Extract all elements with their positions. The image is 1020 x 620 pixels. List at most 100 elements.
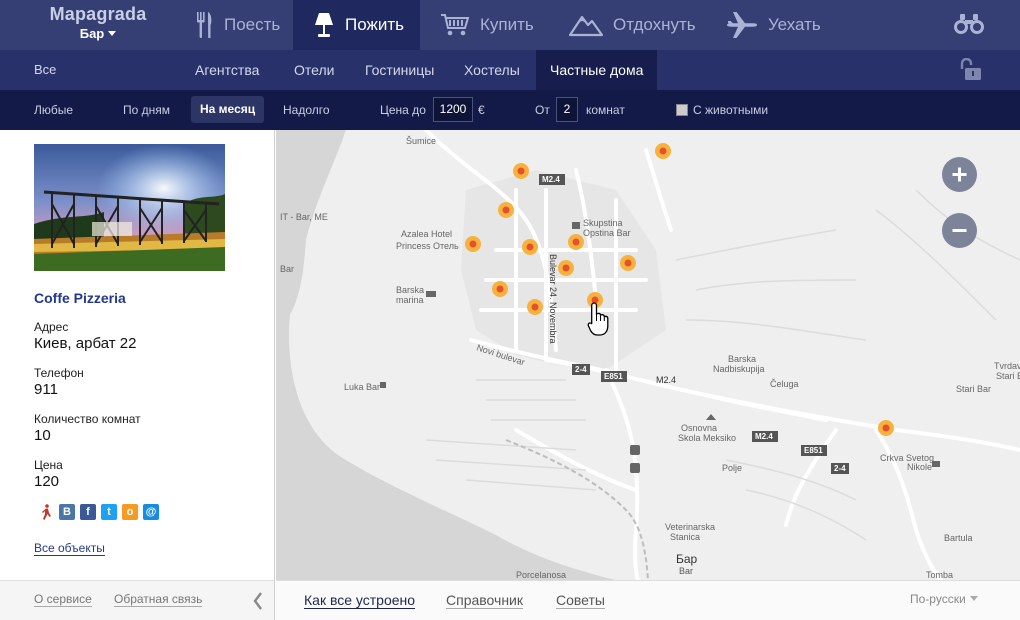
subnav-all[interactable]: Все (34, 50, 56, 90)
vk-icon[interactable]: B (59, 504, 75, 520)
phone-label: Телефон (34, 366, 84, 380)
zoom-in-button[interactable] (942, 157, 977, 192)
rooms-input[interactable]: 2 (556, 97, 578, 122)
brand[interactable]: Mapagrada Бар (0, 0, 196, 50)
map-label: Barska (728, 354, 756, 364)
place-photo (34, 144, 225, 271)
train-icon (630, 463, 640, 473)
map-label: Opstina Bar (583, 228, 631, 238)
map-label: Stari B (996, 371, 1020, 381)
road-label: M2.4 (542, 175, 560, 184)
map-label: Luka Bar (344, 382, 380, 392)
map-view[interactable]: M2.4 2-4 E851 M2.4 E851 2-4 Šumice IT - … (276, 130, 1020, 580)
caret-down-icon (969, 596, 978, 601)
nav-label: Пожить (345, 15, 404, 34)
marina-icon (426, 291, 436, 297)
price-label: Цена (34, 458, 63, 472)
subnav-private-houses[interactable]: Частные дома (536, 50, 658, 90)
map-marker[interactable] (513, 163, 529, 179)
minus-icon (952, 229, 967, 232)
nav-item-stay[interactable]: Пожить (293, 0, 420, 50)
pets-label[interactable]: С животными (693, 90, 768, 130)
pets-checkbox[interactable] (676, 104, 688, 116)
facebook-icon[interactable]: f (80, 504, 96, 520)
map-label: Veterinarska (665, 522, 715, 532)
all-objects-link[interactable]: Все объекты (34, 541, 105, 556)
map-marker[interactable] (465, 236, 481, 252)
twitter-icon[interactable]: t (101, 504, 117, 520)
subnav-agencies[interactable]: Агентства (195, 50, 259, 90)
port-icon (380, 382, 386, 388)
social-share-bar: B f t o @ (38, 504, 159, 520)
map-marker[interactable] (655, 143, 671, 159)
fork-knife-icon (196, 11, 214, 39)
filter-by-days[interactable]: По дням (123, 90, 170, 130)
price-input[interactable]: 1200 (433, 97, 473, 122)
binoculars-icon[interactable] (953, 13, 985, 40)
city-selector[interactable]: Бар (0, 26, 196, 41)
price-label: Цена до (380, 103, 426, 117)
map-city-label: Бар (676, 552, 698, 566)
tips-link[interactable]: Советы (556, 592, 605, 609)
map-marker[interactable] (878, 420, 894, 436)
map-label: M2.4 (656, 375, 676, 385)
subnav-guesthouses[interactable]: Гостиницы (365, 50, 434, 90)
street-label: Bulevar 24. Novembra (548, 254, 558, 344)
unlock-icon[interactable] (957, 57, 983, 87)
map-label: Nadbiskupija (713, 364, 765, 374)
reference-link[interactable]: Справочник (446, 592, 523, 609)
map-marker[interactable] (527, 299, 543, 315)
map-label: Barska (396, 285, 424, 295)
map-label: Stari Bar (956, 384, 991, 394)
church-icon (932, 461, 940, 467)
address-value: Киев, арбат 22 (34, 335, 137, 352)
road-label: M2.4 (755, 432, 773, 441)
map-city-label: Bar (679, 566, 693, 576)
collapse-panel-button[interactable] (252, 591, 264, 616)
nav-item-leave[interactable]: Уехать (726, 0, 826, 50)
nav-label: Поесть (224, 15, 281, 34)
filter-any[interactable]: Любые (34, 90, 73, 130)
map-label: Azalea Hotel (401, 229, 452, 239)
odnoklassniki-icon[interactable]: o (122, 504, 138, 520)
map-marker[interactable] (498, 202, 514, 218)
map-label: Osnovna (681, 423, 717, 433)
nav-item-relax[interactable]: Отдохнуть (569, 0, 709, 50)
caret-down-icon (108, 31, 117, 36)
filter-long-term[interactable]: Надолго (283, 90, 330, 130)
filter-monthly[interactable]: На месяц (191, 96, 265, 123)
map-marker[interactable] (620, 255, 636, 271)
subnav-hostels[interactable]: Хостелы (464, 50, 520, 90)
rooms-from-label: От (535, 103, 550, 117)
train-icon (630, 445, 640, 455)
map-marker[interactable] (558, 260, 574, 276)
currency-label: € (478, 103, 485, 117)
nav-item-eat[interactable]: Поесть (196, 0, 293, 50)
mail-icon[interactable]: @ (143, 504, 159, 520)
feedback-link[interactable]: Обратная связь (114, 592, 203, 607)
map-label: Skola Meksiko (678, 433, 736, 443)
shopping-cart-icon (440, 13, 470, 37)
place-title: Coffe Pizzeria (34, 290, 126, 306)
map-label: Šumice (406, 136, 436, 146)
about-link[interactable]: О сервисе (34, 592, 92, 607)
city-name: Бар (79, 26, 105, 41)
map-label: Polje (722, 463, 742, 473)
subnav-hotels[interactable]: Отели (294, 50, 334, 90)
map-label: Tomba (926, 570, 953, 580)
brand-name: Mapagrada (49, 4, 147, 24)
place-details-panel: Coffe Pizzeria Адрес Киев, арбат 22 Теле… (0, 130, 275, 580)
nav-item-buy[interactable]: Купить (440, 0, 550, 50)
airplane-icon (726, 11, 758, 39)
map-marker[interactable] (522, 239, 538, 255)
map-marker[interactable] (568, 234, 584, 250)
rooms-count-value: 10 (34, 427, 51, 444)
zoom-out-button[interactable] (942, 213, 977, 248)
language-selector[interactable]: По-русски (910, 592, 978, 606)
road-label: E851 (804, 446, 823, 455)
walker-icon[interactable] (38, 504, 54, 520)
map-label: marina (396, 295, 424, 305)
footer-left: О сервисе Обратная связь (0, 580, 275, 620)
how-it-works-link[interactable]: Как все устроено (304, 592, 416, 609)
map-marker[interactable] (492, 281, 508, 297)
